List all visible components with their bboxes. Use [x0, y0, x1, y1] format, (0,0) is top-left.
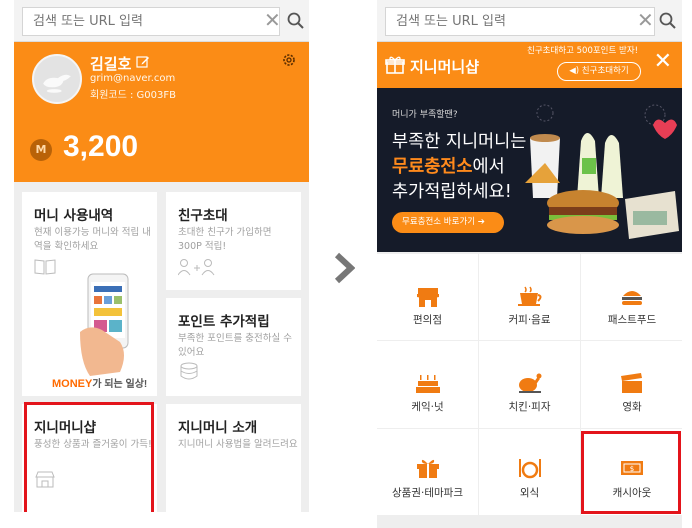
card-extra-points[interactable]: 포인트 추가적립 부족한 포인트를 충전하실 수 있어요: [166, 298, 301, 396]
category-cell[interactable]: 패스트푸드: [581, 254, 682, 340]
cake-icon: [415, 375, 440, 393]
category-cell[interactable]: 영화: [581, 341, 682, 428]
search-bar: ✕: [377, 0, 682, 42]
user-email: grim@naver.com: [90, 73, 176, 84]
category-label: 편의점: [413, 314, 442, 326]
search-input[interactable]: [385, 7, 655, 36]
gear-icon[interactable]: [281, 52, 297, 68]
right-phone-screen: ✕ 지니머니샵 친구초대하고 500포인트 받자! ◀) 친구초대하기 ✕ 머니…: [377, 0, 682, 528]
card-desc: 초대한 친구가 가입하면 300P 적립!: [178, 227, 272, 252]
category-label: 상품권·테마파크: [392, 487, 463, 499]
category-cell[interactable]: 상품권·테마파크: [377, 429, 478, 515]
coffee-icon: [517, 286, 541, 306]
invite-friends-button[interactable]: ◀) 친구초대하기: [557, 62, 641, 81]
banner-headline-2: 무료충전소에서: [392, 157, 505, 177]
highlight-box: [581, 431, 681, 514]
card-invite-friends[interactable]: 친구초대 초대한 친구가 가입하면 300P 적립!: [166, 192, 301, 290]
chevron-right-icon: [334, 252, 355, 284]
user-name: 김길호: [90, 55, 132, 73]
burger-icon: [622, 291, 642, 305]
clear-icon[interactable]: ✕: [637, 10, 654, 30]
clear-icon[interactable]: ✕: [264, 10, 281, 30]
chicken-icon: [518, 373, 541, 393]
category-label: 패스트푸드: [607, 314, 657, 326]
edit-icon[interactable]: [136, 55, 150, 69]
category-cell[interactable]: 외식: [479, 429, 580, 515]
coin-icon: M: [30, 139, 52, 161]
left-phone-screen: ✕ 김길호 grim@naver.com 회원코드 : G003FB M 3,2…: [14, 0, 309, 512]
search-input[interactable]: [22, 7, 280, 36]
highlight-box: [24, 402, 154, 512]
card-desc: 부족한 포인트를 충전하실 수 있어요: [178, 333, 292, 358]
lamp-icon: [43, 74, 71, 93]
search-bar: ✕: [14, 0, 309, 42]
category-label: 치킨·피자: [508, 401, 551, 413]
banner-subtitle: 머니가 부족할땐?: [392, 110, 458, 120]
store-icon: [416, 288, 439, 307]
movie-icon: [621, 373, 642, 393]
money-slogan: MONEY가 되는 일상!: [52, 378, 148, 390]
card-desc: 지니머니 사용법을 알려드려요: [178, 439, 298, 450]
card-title: 친구초대: [178, 208, 228, 224]
coin-stack-icon: [180, 362, 198, 380]
category-label: 영화: [622, 401, 642, 413]
free-charge-button[interactable]: 무료충전소 바로가기 ➔: [392, 212, 504, 233]
gift-box-icon: [416, 459, 439, 478]
card-title: 머니 사용내역: [34, 208, 114, 224]
avatar[interactable]: [32, 54, 82, 104]
category-cell[interactable]: 편의점: [377, 254, 478, 340]
money-balance: 3,200: [63, 130, 139, 163]
banner-headline-1: 부족한 지니머니는: [392, 132, 527, 152]
close-icon[interactable]: ✕: [654, 51, 672, 73]
category-label: 커피·음료: [508, 314, 551, 326]
banner-headline-3: 추가적립하세요!: [392, 182, 512, 202]
search-icon[interactable]: [286, 11, 306, 31]
free-charge-banner[interactable]: 머니가 부족할땐? 부족한 지니머니는 무료충전소에서 추가적립하세요! 무료충…: [377, 88, 682, 252]
card-genie-money-intro[interactable]: 지니머니 소개 지니머니 사용법을 알려드려요: [166, 404, 301, 512]
add-friend-icon: [178, 259, 215, 276]
category-label: 외식: [519, 487, 540, 499]
card-title: 지니머니 소개: [178, 420, 258, 436]
profile-header: 김길호 grim@naver.com 회원코드 : G003FB M 3,200: [14, 42, 309, 182]
invite-promo-text: 친구초대하고 500포인트 받자!: [527, 46, 639, 56]
gift-icon: [385, 56, 405, 74]
dining-icon: [518, 459, 541, 479]
card-title: 포인트 추가적립: [178, 314, 270, 330]
book-icon: [34, 259, 56, 275]
category-label: 케익·넛: [411, 401, 444, 413]
page-title: 지니머니샵: [410, 58, 480, 76]
category-cell[interactable]: 치킨·피자: [479, 341, 580, 428]
card-desc: 현재 이용가능 머니와 적립 내역을 확인하세요: [34, 227, 151, 252]
phone-illustration: [80, 273, 129, 376]
search-icon[interactable]: [658, 11, 678, 31]
food-illustration: [525, 104, 679, 239]
category-cell[interactable]: 커피·음료: [479, 254, 580, 340]
category-cell[interactable]: 케익·넛: [377, 341, 478, 428]
member-code: 회원코드 : G003FB: [90, 90, 176, 101]
shop-header: 지니머니샵 친구초대하고 500포인트 받자! ◀) 친구초대하기 ✕: [377, 42, 682, 88]
card-money-history[interactable]: 머니 사용내역 현재 이용가능 머니와 적립 내역을 확인하세요 MONEY가 …: [22, 192, 157, 396]
